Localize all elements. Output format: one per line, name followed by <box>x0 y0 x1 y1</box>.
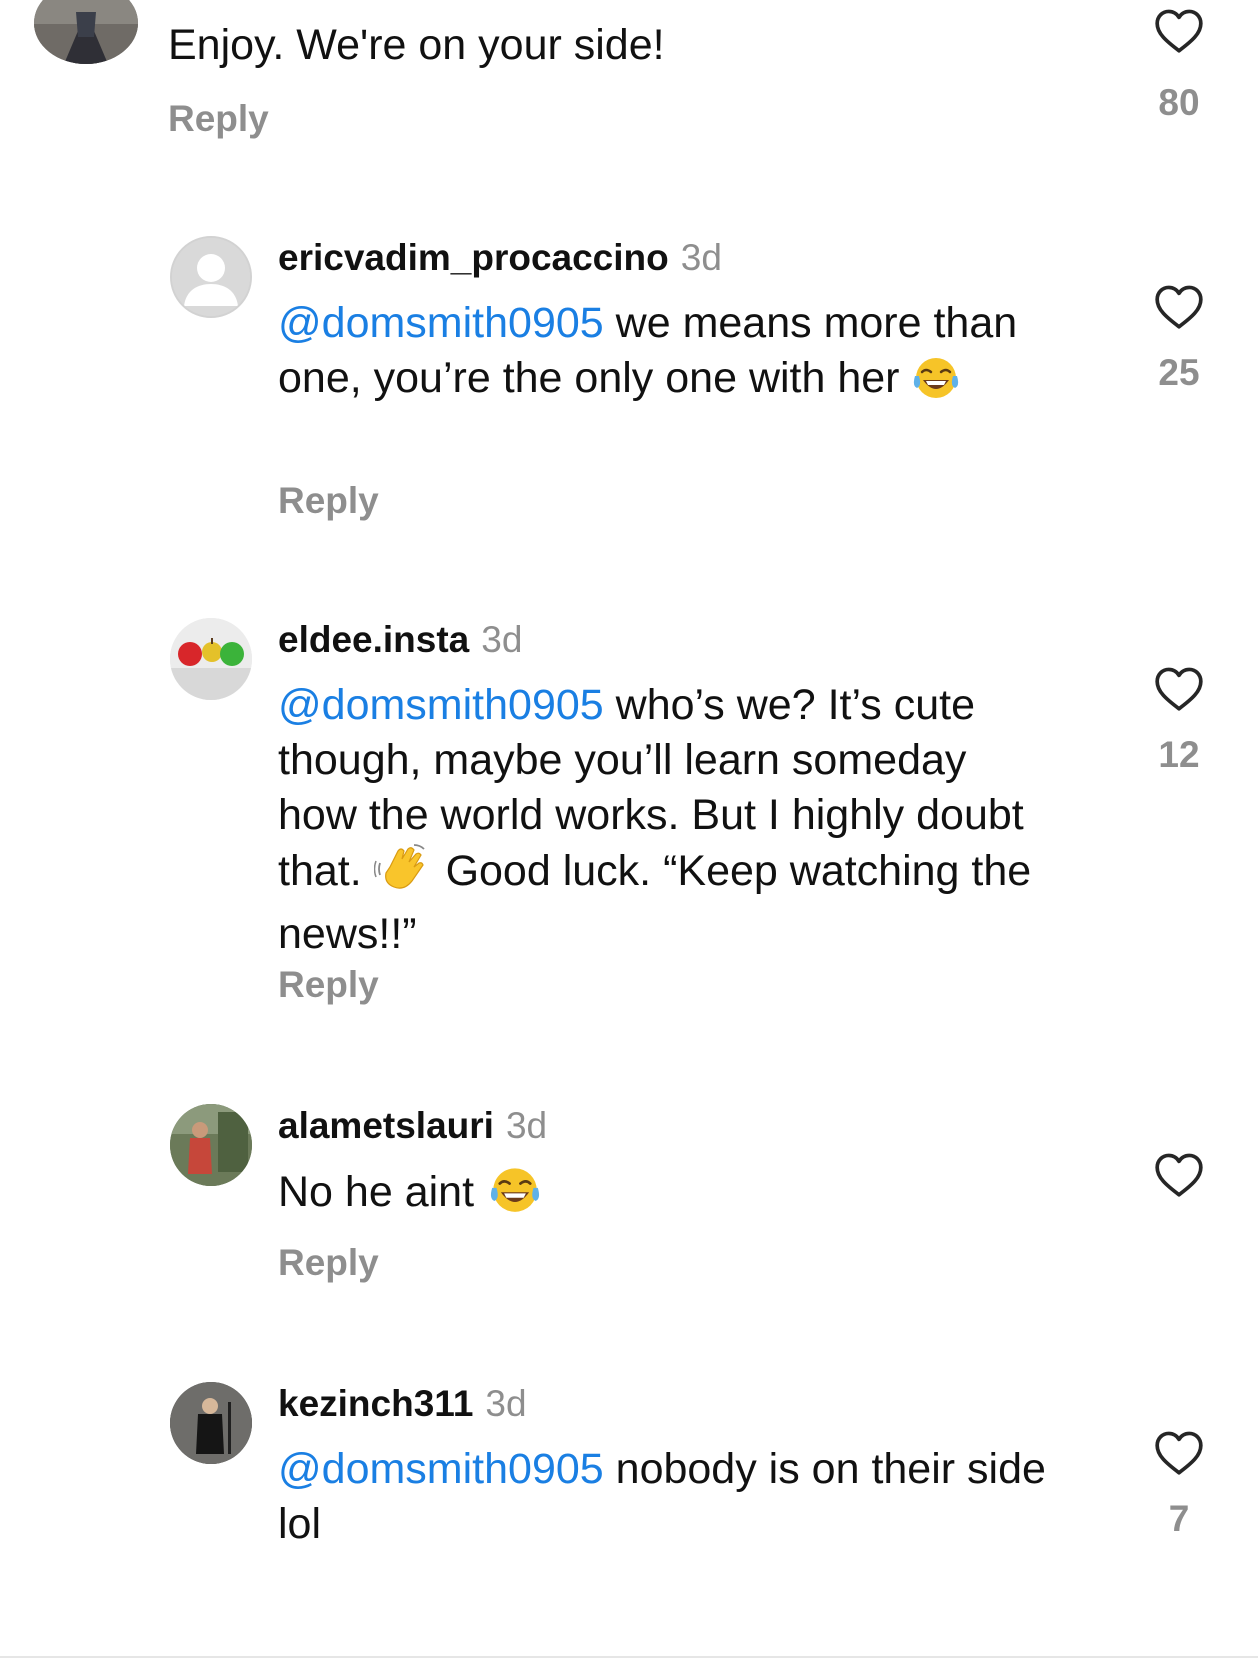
mention-link[interactable]: @domsmith0905 <box>278 1445 604 1493</box>
comment-meta: eldee.insta 3d <box>278 618 1048 662</box>
avatar[interactable] <box>170 1104 252 1186</box>
timestamp: 3d <box>505 1105 548 1146</box>
face-with-tears-of-joy-icon <box>911 354 961 414</box>
heart-outline-icon <box>1155 9 1203 53</box>
like-count: 80 <box>1158 82 1200 123</box>
comment-meta: kezinch311 3d <box>278 1382 1048 1426</box>
avatar[interactable] <box>170 1382 252 1464</box>
like-button[interactable] <box>1144 1150 1214 1198</box>
comment-text-content: No he aint <box>278 1168 486 1216</box>
comment-body: eldee.insta 3d @domsmith0905 who’s we? It… <box>278 618 1048 962</box>
avatar[interactable] <box>34 0 138 64</box>
username[interactable]: alametslauri <box>278 1105 494 1146</box>
comment-meta: alametslauri 3d <box>278 1104 1048 1148</box>
avatar-photo <box>170 1104 252 1186</box>
avatar[interactable] <box>170 618 252 700</box>
comment-body: ericvadim_procaccino 3d @domsmith0905 we … <box>278 236 1048 414</box>
like-count: 7 <box>1168 1498 1190 1539</box>
avatar-photo <box>170 618 252 700</box>
avatar[interactable] <box>170 236 252 318</box>
comment-body: alametslauri 3d No he aint <box>278 1104 1048 1228</box>
like-count: 25 <box>1158 352 1200 393</box>
username[interactable]: eldee.insta <box>278 619 469 660</box>
reply-button[interactable]: Reply <box>278 480 379 522</box>
avatar-photo <box>34 0 138 64</box>
like-button[interactable]: 25 <box>1144 282 1214 394</box>
timestamp: 3d <box>485 1383 527 1424</box>
comment-item: alametslauri 3d No he aint Reply <box>0 1098 1258 1338</box>
heart-outline-icon <box>1155 1153 1203 1197</box>
mention-link[interactable]: @domsmith0905 <box>278 299 604 347</box>
comment-text: No he aint <box>278 1164 1048 1228</box>
mention-link[interactable]: @domsmith0905 <box>278 681 604 729</box>
comment-text: @domsmith0905 nobody is on their side lo… <box>278 1442 1048 1552</box>
comment-item: Enjoy. We're on your side! Reply 80 <box>0 0 1258 200</box>
comment-body: kezinch311 3d @domsmith0905 nobody is on … <box>278 1382 1048 1552</box>
username[interactable]: ericvadim_procaccino <box>278 237 669 278</box>
like-button[interactable]: 80 <box>1144 6 1214 124</box>
face-with-tears-of-joy-icon <box>486 1164 544 1228</box>
like-count: 12 <box>1158 734 1200 775</box>
comment-item: eldee.insta 3d @domsmith0905 who’s we? It… <box>0 612 1258 1072</box>
comment-body: Enjoy. We're on your side! <box>168 18 1068 73</box>
comment-text-content: Enjoy. We're on your side! <box>168 21 665 69</box>
avatar-photo <box>170 1382 252 1464</box>
default-avatar-icon <box>172 238 250 316</box>
comment-item: ericvadim_procaccino 3d @domsmith0905 we … <box>0 230 1258 570</box>
heart-outline-icon <box>1155 1431 1203 1475</box>
comment-text: Enjoy. We're on your side! <box>168 18 1068 73</box>
timestamp: 3d <box>481 619 523 660</box>
reply-button[interactable]: Reply <box>168 98 269 140</box>
reply-button[interactable]: Reply <box>278 964 379 1006</box>
waving-hand-icon <box>373 843 434 907</box>
username[interactable]: kezinch311 <box>278 1383 473 1424</box>
comment-item: kezinch311 3d @domsmith0905 nobody is on … <box>0 1376 1258 1658</box>
reply-button[interactable]: Reply <box>278 1242 379 1284</box>
timestamp: 3d <box>680 237 722 278</box>
heart-outline-icon <box>1155 667 1203 711</box>
like-button[interactable]: 7 <box>1144 1428 1214 1540</box>
comment-meta: ericvadim_procaccino 3d <box>278 236 1048 280</box>
comment-text: @domsmith0905 who’s we? It’s cute though… <box>278 678 1048 962</box>
like-button[interactable]: 12 <box>1144 664 1214 776</box>
heart-outline-icon <box>1155 285 1203 329</box>
comment-text: @domsmith0905 we means more than one, yo… <box>278 296 1048 414</box>
